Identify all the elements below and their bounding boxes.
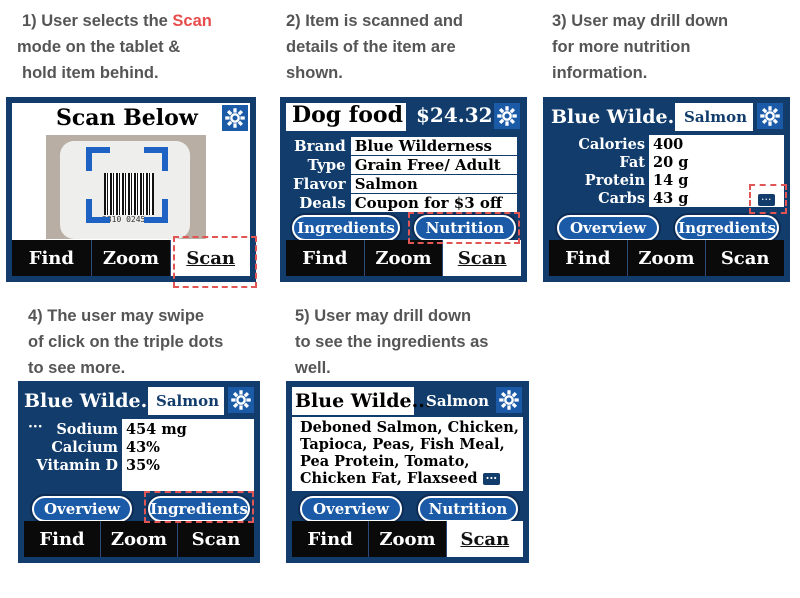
product-price: $24.32 (416, 103, 493, 127)
bottom-nav: Find Zoom Scan (286, 240, 522, 276)
overview-button[interactable]: Overview (557, 215, 659, 241)
nav-zoom[interactable]: Zoom (92, 240, 172, 276)
header-subtitle: Salmon (156, 392, 220, 410)
table-row: Deals Coupon for $3 off (288, 193, 518, 213)
overview-button[interactable]: Overview (300, 496, 402, 522)
step-1-caption: 1) User selects the Scan mode on the tab… (17, 12, 212, 82)
settings-gear-icon[interactable] (222, 105, 248, 131)
bottom-nav: Find Zoom Scan (549, 240, 784, 276)
table-row: Brand Blue Wilderness (288, 136, 518, 156)
nav-scan[interactable]: Scan (446, 521, 523, 557)
settings-gear-icon[interactable] (228, 387, 254, 413)
tablet-screen-2: Dog food $24.32 Brand Blue Wilderness Typ… (280, 97, 527, 282)
nutrition-list: Sodium 454 mg Calcium 43% Vitamin D 35% (24, 421, 187, 475)
nutrition-button[interactable]: Nutrition (418, 496, 518, 522)
nav-scan[interactable]: Scan (706, 240, 784, 276)
nav-zoom[interactable]: Zoom (628, 240, 707, 276)
more-dots-icon[interactable]: ··· (482, 473, 501, 485)
product-title: Dog food (292, 102, 403, 128)
header-subtitle: Salmon (426, 392, 490, 410)
tablet-screen-4: Blue Wilde... Salmon ··· Sodium 454 mg Ca… (18, 381, 260, 563)
overview-button[interactable]: Overview (32, 496, 132, 522)
scan-frame (86, 147, 168, 223)
nav-zoom[interactable]: Zoom (365, 240, 444, 276)
nav-find[interactable]: Find (292, 521, 370, 557)
list-item: Sodium 454 mg (56, 421, 187, 438)
screen-title: Scan Below (56, 105, 198, 131)
step-4-caption: 4) The user may swipe of click on the tr… (28, 307, 224, 377)
nav-scan[interactable]: Scan (178, 521, 254, 557)
list-item: Calcium 43% (51, 439, 160, 456)
header-subtitle: Salmon (684, 108, 748, 126)
scan-highlight: Scan (172, 12, 212, 30)
table-row: Flavor Salmon (288, 174, 518, 194)
header-title: Blue Wilde... (24, 390, 161, 412)
list-item: Calories 400 (578, 136, 684, 153)
settings-gear-icon[interactable] (494, 103, 520, 129)
ingredients-text: Deboned Salmon, Chicken, Tapioca, Peas, … (300, 419, 519, 487)
product-details-table: Brand Blue Wilderness Type Grain Free/ Adu… (288, 136, 518, 213)
nav-find[interactable]: Find (12, 240, 92, 276)
list-item: Carbs 43 g (598, 190, 689, 207)
tablet-screen-5: Blue Wilde... Salmon Deboned Salmon, Chi… (286, 381, 529, 563)
bottom-nav: Find Zoom Scan (24, 521, 254, 557)
nav-scan[interactable]: Scan (443, 240, 522, 276)
nav-find[interactable]: Find (286, 240, 365, 276)
settings-gear-icon[interactable] (757, 103, 783, 129)
table-row: Type Grain Free/ Adult (288, 155, 518, 175)
settings-gear-icon[interactable] (496, 387, 522, 413)
bottom-nav: Find Zoom Scan (292, 521, 523, 557)
highlight-ingredients-button (144, 491, 254, 523)
nutrition-list: Calories 400 Fat 20 g Protein 14 g Carbs 43 … (549, 136, 688, 208)
step-3-caption: 3) User may drill down for more nutritio… (552, 12, 729, 82)
highlight-more-dots (749, 184, 787, 214)
nav-zoom[interactable]: Zoom (101, 521, 178, 557)
highlight-nutrition-button (408, 212, 520, 244)
nav-find[interactable]: Find (24, 521, 101, 557)
ingredients-button[interactable]: Ingredients (292, 215, 400, 241)
ingredients-button[interactable]: Ingredients (675, 215, 779, 241)
header-title: Blue Wilde... (295, 390, 432, 412)
step-2-caption: 2) Item is scanned and details of the it… (286, 12, 463, 82)
nav-find[interactable]: Find (549, 240, 628, 276)
highlight-scan-tab (173, 236, 257, 288)
list-item: Protein 14 g (584, 172, 689, 189)
header-title: Blue Wilde... (551, 106, 688, 128)
step-5-caption: 5) User may drill down to see the ingred… (295, 307, 489, 377)
nav-zoom[interactable]: Zoom (369, 521, 447, 557)
camera-view: 2310 0245 (46, 135, 206, 239)
list-item: Vitamin D 35% (36, 457, 160, 474)
list-item: Fat 20 g (619, 154, 689, 171)
